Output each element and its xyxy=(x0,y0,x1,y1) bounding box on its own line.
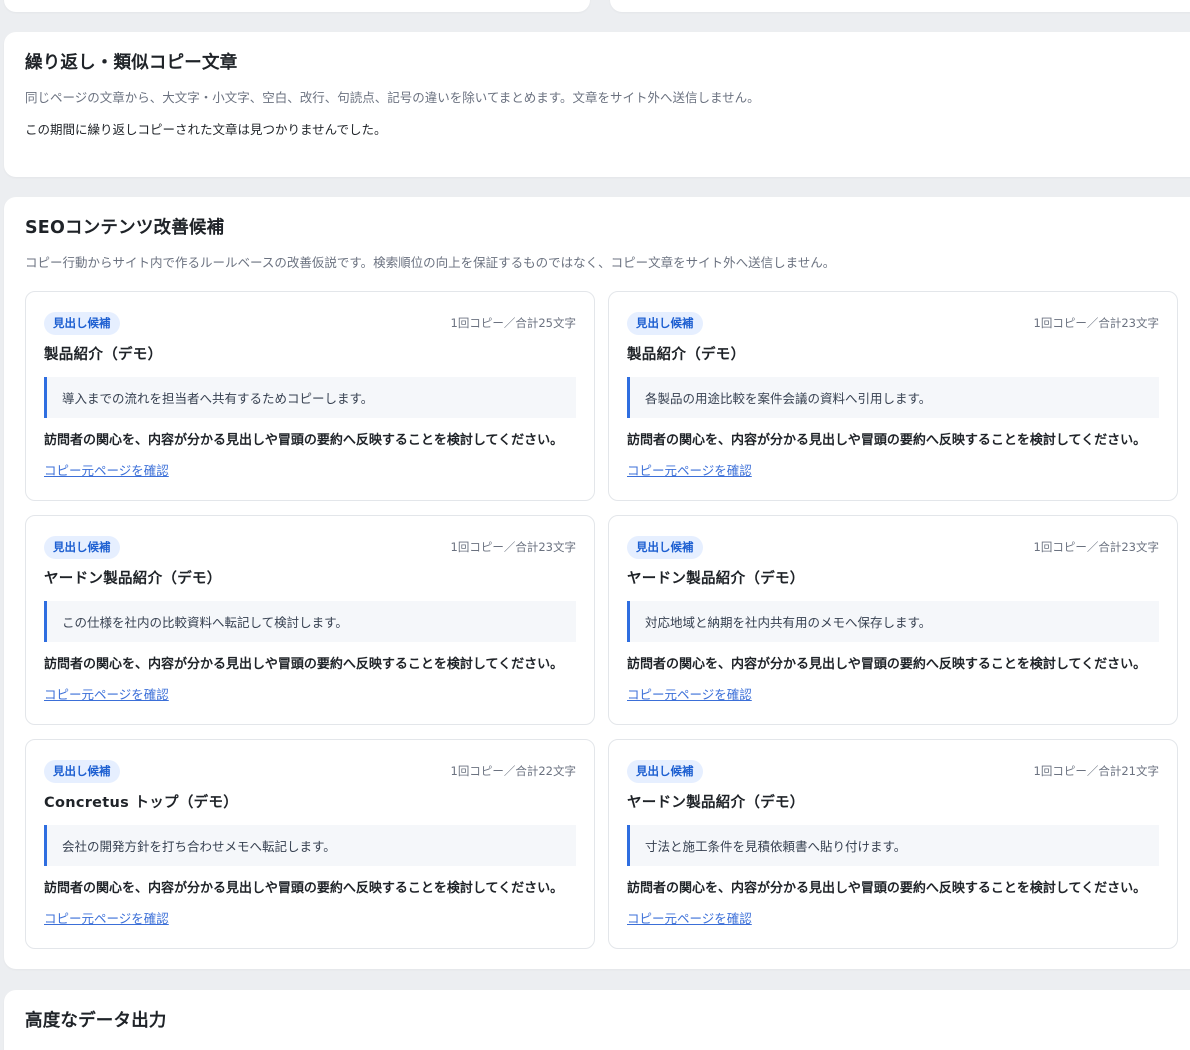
seo-candidate-card: 見出し候補 1回コピー／合計22文字 Concretus トップ（デモ） 会社の… xyxy=(25,739,595,949)
candidate-badge: 見出し候補 xyxy=(44,311,120,335)
candidate-badge: 見出し候補 xyxy=(44,535,120,559)
copied-text-quote: 各製品の用途比較を案件会議の資料へ引用します。 xyxy=(627,377,1159,418)
copied-text-quote: 導入までの流れを担当者へ共有するためコピーします。 xyxy=(44,377,576,418)
candidate-badge: 見出し候補 xyxy=(627,759,703,783)
repeat-section-empty-note: この期間に繰り返しコピーされた文章は見つかりませんでした。 xyxy=(25,122,387,137)
copy-count-meta: 1回コピー／合計23文字 xyxy=(1033,540,1159,554)
seo-section-description: コピー行動からサイト内で作るルールベースの改善仮説です。検索順位の向上を保証する… xyxy=(25,255,836,270)
candidate-badge: 見出し候補 xyxy=(627,535,703,559)
card-advice: 訪問者の関心を、内容が分かる見出しや冒頭の要約へ反映することを検討してください。 xyxy=(627,433,1147,448)
card-page-title: ヤードン製品紹介（デモ） xyxy=(627,795,805,811)
source-page-link[interactable]: コピー元ページを確認 xyxy=(627,911,752,927)
seo-candidate-card: 見出し候補 1回コピー／合計25文字 製品紹介（デモ） 導入までの流れを担当者へ… xyxy=(25,291,595,501)
source-page-link[interactable]: コピー元ページを確認 xyxy=(627,463,752,479)
copied-text-quote: 対応地域と納期を社内共有用のメモへ保存します。 xyxy=(627,601,1159,642)
card-page-title: Concretus トップ（デモ） xyxy=(44,795,239,811)
seo-candidate-card: 見出し候補 1回コピー／合計23文字 製品紹介（デモ） 各製品の用途比較を案件会… xyxy=(608,291,1178,501)
seo-candidate-card: 見出し候補 1回コピー／合計23文字 ヤードン製品紹介（デモ） この仕様を社内の… xyxy=(25,515,595,725)
copied-text-quote: 寸法と施工条件を見積依頼書へ貼り付けます。 xyxy=(627,825,1159,866)
card-advice: 訪問者の関心を、内容が分かる見出しや冒頭の要約へ反映することを検討してください。 xyxy=(627,657,1147,672)
repeat-copy-section: 繰り返し・類似コピー文章 同じページの文章から、大文字・小文字、空白、改行、句読… xyxy=(4,32,1190,177)
copy-count-meta: 1回コピー／合計23文字 xyxy=(450,540,576,554)
source-page-link[interactable]: コピー元ページを確認 xyxy=(44,463,169,479)
candidate-badge: 見出し候補 xyxy=(627,311,703,335)
card-advice: 訪問者の関心を、内容が分かる見出しや冒頭の要約へ反映することを検討してください。 xyxy=(44,433,564,448)
seo-candidate-card: 見出し候補 1回コピー／合計21文字 ヤードン製品紹介（デモ） 寸法と施工条件を… xyxy=(608,739,1178,949)
copy-count-meta: 1回コピー／合計23文字 xyxy=(1033,316,1159,330)
copied-text-quote: 会社の開発方針を打ち合わせメモへ転記します。 xyxy=(44,825,576,866)
card-page-title: ヤードン製品紹介（デモ） xyxy=(627,571,805,587)
source-page-link[interactable]: コピー元ページを確認 xyxy=(44,687,169,703)
copy-count-meta: 1回コピー／合計21文字 xyxy=(1033,764,1159,778)
card-page-title: 製品紹介（デモ） xyxy=(44,347,163,363)
card-advice: 訪問者の関心を、内容が分かる見出しや冒頭の要約へ反映することを検討してください。 xyxy=(44,657,564,672)
copy-count-meta: 1回コピー／合計25文字 xyxy=(450,316,576,330)
seo-section-title: SEOコンテンツ改善候補 xyxy=(25,218,225,238)
repeat-section-title: 繰り返し・類似コピー文章 xyxy=(25,53,238,73)
advanced-export-section: 高度なデータ出力 xyxy=(4,990,1190,1050)
card-advice: 訪問者の関心を、内容が分かる見出しや冒頭の要約へ反映することを検討してください。 xyxy=(627,881,1147,896)
card-advice: 訪問者の関心を、内容が分かる見出しや冒頭の要約へ反映することを検討してください。 xyxy=(44,881,564,896)
card-page-title: 製品紹介（デモ） xyxy=(627,347,746,363)
repeat-section-description: 同じページの文章から、大文字・小文字、空白、改行、句読点、記号の違いを除いてまと… xyxy=(25,90,760,105)
previous-panel-right xyxy=(610,0,1190,12)
seo-card-grid: 見出し候補 1回コピー／合計25文字 製品紹介（デモ） 導入までの流れを担当者へ… xyxy=(25,291,1178,949)
previous-panel-left xyxy=(4,0,590,12)
candidate-badge: 見出し候補 xyxy=(44,759,120,783)
copied-text-quote: この仕様を社内の比較資料へ転記して検討します。 xyxy=(44,601,576,642)
source-page-link[interactable]: コピー元ページを確認 xyxy=(44,911,169,927)
seo-candidate-card: 見出し候補 1回コピー／合計23文字 ヤードン製品紹介（デモ） 対応地域と納期を… xyxy=(608,515,1178,725)
seo-improvement-section: SEOコンテンツ改善候補 コピー行動からサイト内で作るルールベースの改善仮説です… xyxy=(4,197,1190,969)
copy-count-meta: 1回コピー／合計22文字 xyxy=(450,764,576,778)
export-section-title: 高度なデータ出力 xyxy=(25,1011,167,1031)
source-page-link[interactable]: コピー元ページを確認 xyxy=(627,687,752,703)
card-page-title: ヤードン製品紹介（デモ） xyxy=(44,571,222,587)
